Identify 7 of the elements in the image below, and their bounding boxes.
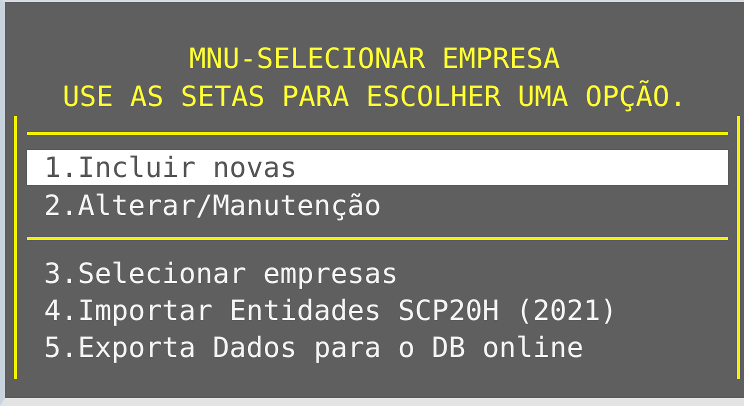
menu-title: MNU-SELECIONAR EMPRESA: [189, 41, 560, 77]
menu-item[interactable]: 4.Importar Entidades SCP20H (2021): [27, 292, 728, 329]
menu-item[interactable]: 2.Alterar/Manutenção: [27, 187, 728, 224]
menu-title: USE AS SETAS PARA ESCOLHER UMA OPÇÃO.: [62, 79, 686, 115]
menu-item[interactable]: 3.Selecionar empresas: [27, 255, 728, 292]
menu-item[interactable]: 1.Incluir novas: [27, 150, 728, 185]
menu-item[interactable]: 5.Exporta Dados para o DB online: [27, 329, 728, 366]
